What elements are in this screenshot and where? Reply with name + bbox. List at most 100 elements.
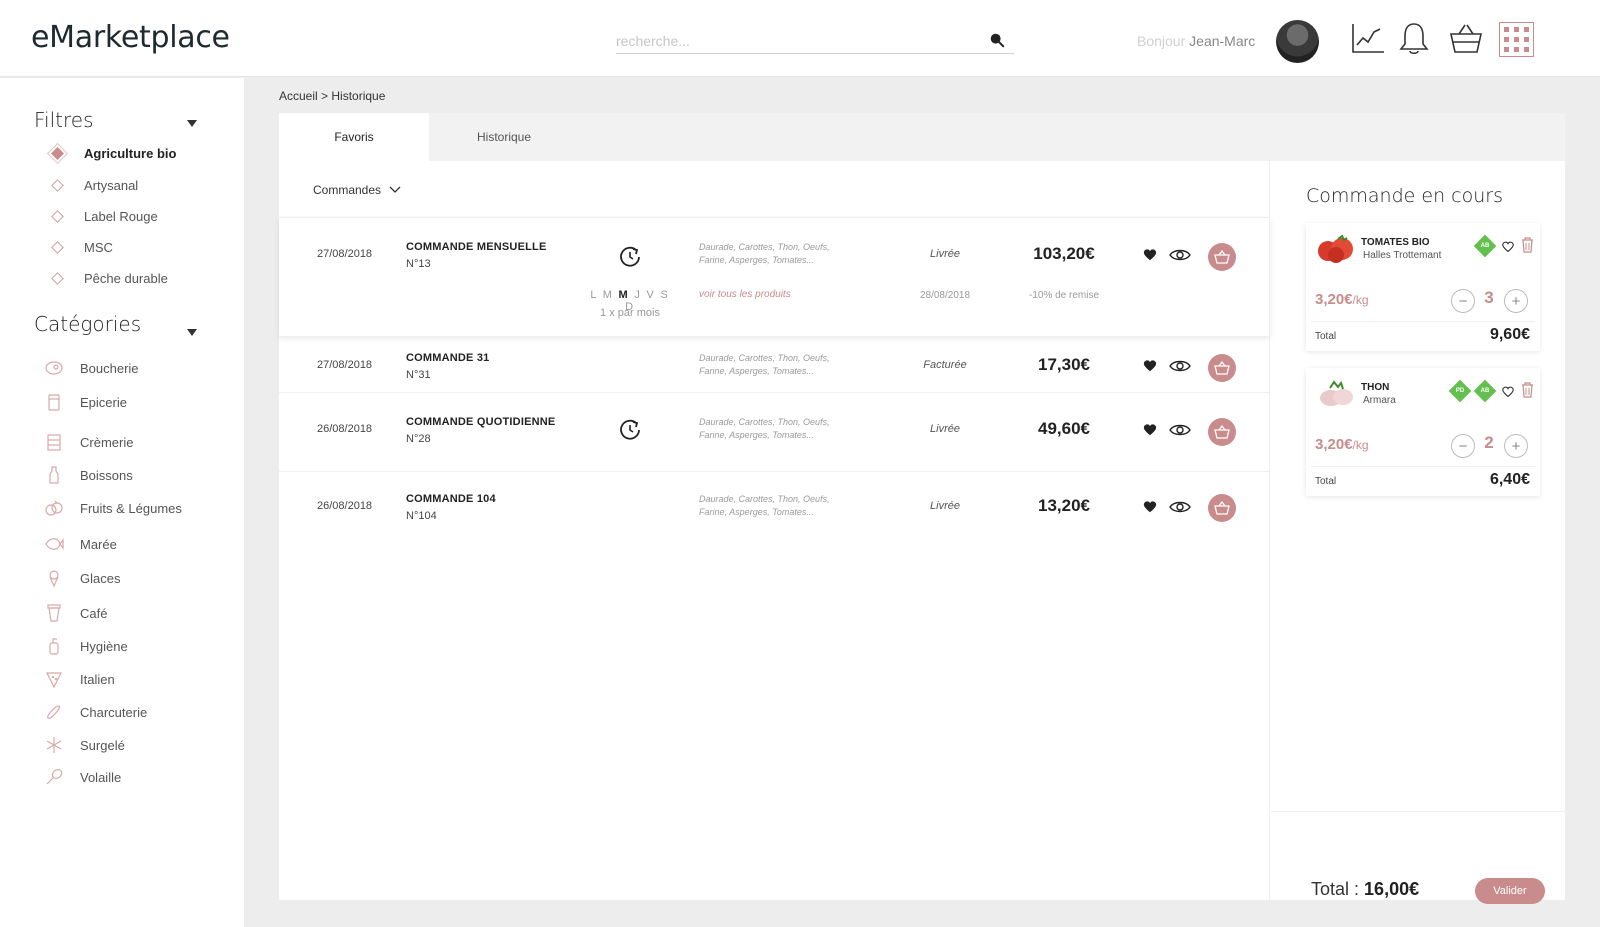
- validate-button[interactable]: Valider: [1475, 878, 1545, 904]
- category-cremerie[interactable]: Crèmerie: [43, 432, 133, 452]
- breadcrumb[interactable]: Accueil > Historique: [279, 89, 385, 103]
- badge-label: AB: [1480, 243, 1490, 249]
- filters-caret-down-icon[interactable]: [187, 120, 197, 127]
- category-label: Fruits & Légumes: [80, 500, 182, 516]
- quantity-value[interactable]: 2: [1478, 433, 1500, 453]
- order-number: N°31: [406, 369, 431, 381]
- search-icon[interactable]: [988, 31, 1006, 49]
- cart-total: Total : 16,00€: [1311, 879, 1419, 900]
- view-eye-icon[interactable]: [1169, 423, 1191, 437]
- table-row[interactable]: 27/08/2018 COMMANDE 31 N°31 Daurade, Car…: [279, 337, 1270, 393]
- category-maree[interactable]: Marée: [43, 534, 117, 554]
- table-row[interactable]: 27/08/2018 COMMANDE MENSUELLE N°13 Daura…: [279, 218, 1270, 337]
- filter-item-peche-durable[interactable]: Pêche durable: [50, 271, 168, 286]
- diamond-icon: [51, 179, 64, 192]
- fish-icon: [43, 534, 65, 554]
- unit-price: 3,20€/kg: [1315, 291, 1369, 308]
- order-status: Livrée: [930, 500, 960, 512]
- tab-favoris[interactable]: Favoris: [279, 113, 429, 161]
- apps-grid-icon[interactable]: [1499, 22, 1534, 57]
- category-glaces[interactable]: Glaces: [43, 568, 120, 588]
- notifications-bell-icon[interactable]: [1396, 20, 1432, 56]
- favorite-heart-icon[interactable]: [1143, 423, 1157, 437]
- order-price: 13,20€: [1038, 496, 1090, 515]
- order-discount: -10% de remise: [1028, 290, 1100, 301]
- category-epicerie[interactable]: Epicerie: [43, 392, 127, 412]
- table-row[interactable]: 26/08/2018 COMMANDE QUOTIDIENNE N°28 Dau…: [279, 393, 1270, 472]
- view-eye-icon[interactable]: [1169, 500, 1191, 514]
- favorite-heart-outline-icon[interactable]: [1502, 386, 1514, 398]
- basket-icon: [1214, 501, 1230, 515]
- cart-total-value: 16,00€: [1364, 879, 1420, 899]
- categories-caret-down-icon[interactable]: [187, 329, 197, 336]
- table-row[interactable]: 26/08/2018 COMMANDE 104 N°104 Daurade, C…: [279, 472, 1270, 546]
- favorite-heart-icon[interactable]: [1143, 359, 1157, 373]
- order-status: Livrée: [930, 423, 960, 435]
- category-label: Marée: [80, 536, 117, 552]
- search-input[interactable]: [616, 30, 976, 52]
- increase-quantity-button[interactable]: +: [1504, 434, 1528, 458]
- unit-price-unit: /kg: [1352, 293, 1369, 307]
- increase-quantity-button[interactable]: +: [1504, 289, 1528, 313]
- delivery-date: 28/08/2018: [919, 290, 971, 301]
- drumstick-icon: [43, 767, 65, 787]
- categories-heading[interactable]: Catégories: [34, 312, 141, 336]
- filter-item-artysanal[interactable]: Artysanal: [50, 178, 138, 193]
- cart-total-label: Total :: [1311, 879, 1360, 899]
- favorite-heart-outline-icon[interactable]: [1502, 241, 1514, 253]
- category-label: Boucherie: [80, 360, 139, 376]
- trash-icon[interactable]: [1521, 236, 1534, 253]
- app-logo[interactable]: eMarketplace: [31, 20, 230, 55]
- user-name: Jean-Marc: [1189, 33, 1256, 49]
- filter-item-agriculture-bio[interactable]: Agriculture bio: [50, 146, 176, 161]
- favorite-heart-icon[interactable]: [1143, 248, 1157, 262]
- snowflake-icon: [43, 735, 65, 755]
- orders-filter-dropdown[interactable]: Commandes: [313, 183, 401, 197]
- organic-badge-icon: AB: [1473, 379, 1497, 403]
- avatar[interactable]: [1276, 20, 1319, 63]
- quantity-value[interactable]: 3: [1478, 288, 1500, 308]
- cart-item: THON Armara PD AB 3,20€/kg − 2 + Total 6…: [1306, 368, 1540, 496]
- basket-icon[interactable]: [1448, 20, 1484, 56]
- reorder-basket-button[interactable]: [1208, 494, 1236, 522]
- category-cafe[interactable]: Café: [43, 603, 107, 623]
- favorite-heart-icon[interactable]: [1143, 500, 1157, 514]
- reorder-basket-button[interactable]: [1208, 418, 1236, 446]
- view-eye-icon[interactable]: [1169, 359, 1191, 373]
- reorder-basket-button[interactable]: [1208, 354, 1236, 382]
- category-boissons[interactable]: Boissons: [43, 465, 133, 485]
- category-label: Italien: [80, 671, 115, 687]
- order-title: COMMANDE 31: [406, 352, 490, 364]
- meat-icon: [43, 358, 65, 378]
- weekdays-before: L M: [590, 289, 619, 301]
- filter-item-msc[interactable]: MSC: [50, 240, 113, 255]
- analytics-icon[interactable]: [1350, 20, 1386, 56]
- fruit-icon: [43, 498, 65, 518]
- category-charcuterie[interactable]: Charcuterie: [43, 702, 147, 722]
- tuna-product-image: [1320, 380, 1353, 406]
- tomato-product-image: [1318, 234, 1353, 263]
- order-date: 27/08/2018: [317, 359, 373, 371]
- basket-icon: [1214, 250, 1230, 264]
- category-italien[interactable]: Italien: [43, 669, 115, 689]
- reorder-basket-button[interactable]: [1208, 243, 1236, 271]
- category-fruits-legumes[interactable]: Fruits & Légumes: [43, 498, 182, 518]
- decrease-quantity-button[interactable]: −: [1451, 434, 1475, 458]
- see-all-products-link[interactable]: voir tous les produits: [699, 289, 791, 300]
- sidebar: Filtres Agriculture bio Artysanal Label …: [0, 78, 244, 927]
- decrease-quantity-button[interactable]: −: [1451, 289, 1475, 313]
- filter-item-label-rouge[interactable]: Label Rouge: [50, 209, 158, 224]
- soap-icon: [43, 636, 65, 656]
- trash-icon[interactable]: [1521, 381, 1534, 398]
- category-surgele[interactable]: Surgelé: [43, 735, 125, 755]
- category-hygiene[interactable]: Hygiène: [43, 636, 128, 656]
- tab-historique[interactable]: Historique: [429, 113, 579, 161]
- order-date: 26/08/2018: [317, 500, 373, 512]
- order-title: COMMANDE QUOTIDIENNE: [406, 416, 556, 428]
- unit-price-value: 3,20€: [1315, 436, 1353, 453]
- divider: [1311, 466, 1535, 467]
- category-volaille[interactable]: Volaille: [43, 767, 121, 787]
- category-boucherie[interactable]: Boucherie: [43, 358, 139, 378]
- view-eye-icon[interactable]: [1169, 248, 1191, 262]
- filters-heading[interactable]: Filtres: [34, 108, 94, 132]
